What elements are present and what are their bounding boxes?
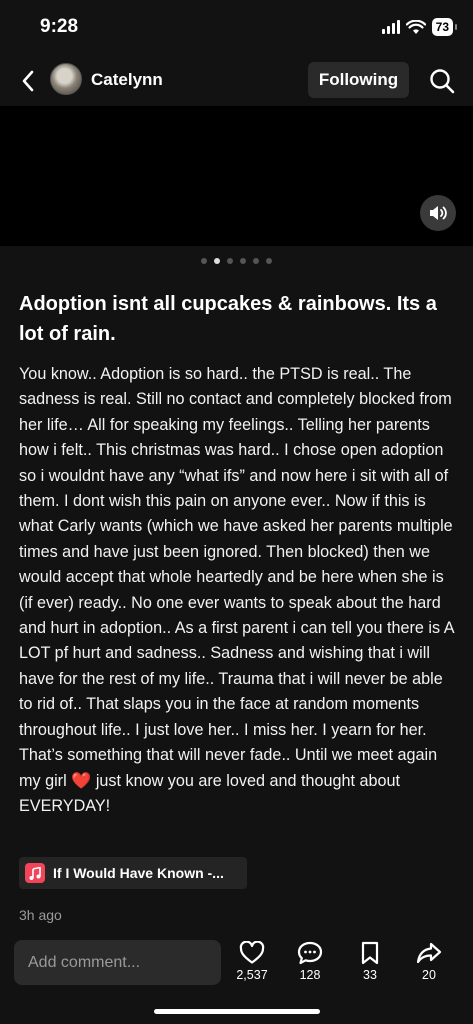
post-body: You know.. Adoption is so hard.. the PTS… [19, 362, 459, 819]
back-button[interactable] [14, 66, 42, 96]
carousel-dot [240, 258, 246, 264]
username[interactable]: Catelynn [91, 70, 163, 90]
carousel-dot [214, 258, 220, 264]
media-viewer[interactable] [0, 106, 473, 246]
share-arrow-icon [416, 942, 442, 964]
avatar[interactable] [50, 63, 82, 95]
status-time: 9:28 [40, 16, 79, 37]
share-count: 20 [422, 968, 436, 982]
music-title: If I Would Have Known -... [53, 865, 224, 881]
status-bar: 9:28 73 [0, 0, 473, 58]
carousel-indicator [0, 258, 473, 264]
carousel-dot [253, 258, 259, 264]
following-button[interactable]: Following [308, 62, 409, 98]
comment-count: 128 [299, 968, 321, 982]
wifi-icon [405, 19, 426, 34]
search-icon [430, 69, 455, 94]
heart-icon [239, 941, 265, 964]
like-button[interactable]: 2,537 [230, 941, 274, 982]
post-body-text: You know.. Adoption is so hard.. the PTS… [19, 365, 454, 790]
post-title: Adoption isnt all cupcakes & rainbows. I… [19, 293, 437, 345]
save-count: 33 [363, 968, 377, 982]
battery-icon: 73 [431, 18, 458, 36]
sound-button[interactable] [420, 195, 456, 231]
comment-bubble-icon [297, 941, 323, 965]
carousel-dot [201, 258, 207, 264]
save-button[interactable]: 33 [348, 941, 392, 982]
bookmark-icon [361, 941, 379, 965]
carousel-dot [227, 258, 233, 264]
home-indicator[interactable] [154, 1009, 320, 1014]
carousel-dot [266, 258, 272, 264]
music-note-icon [25, 863, 45, 883]
search-button[interactable] [425, 64, 459, 98]
top-nav: Catelynn Following [0, 58, 473, 104]
comment-input[interactable] [14, 940, 221, 985]
share-button[interactable]: 20 [407, 941, 451, 982]
music-chip[interactable]: If I Would Have Known -... [19, 857, 247, 889]
speaker-icon [430, 206, 447, 220]
like-count: 2,537 [236, 968, 268, 982]
bottom-action-bar: 2,537 128 33 20 [0, 935, 473, 1024]
red-heart-emoji: ❤️ [71, 771, 92, 790]
chevron-left-icon [22, 70, 34, 92]
cellular-signal-icon [381, 20, 400, 34]
comments-button[interactable]: 128 [288, 941, 332, 982]
post-timestamp: 3h ago [19, 907, 62, 923]
status-icons: 73 [381, 18, 458, 36]
